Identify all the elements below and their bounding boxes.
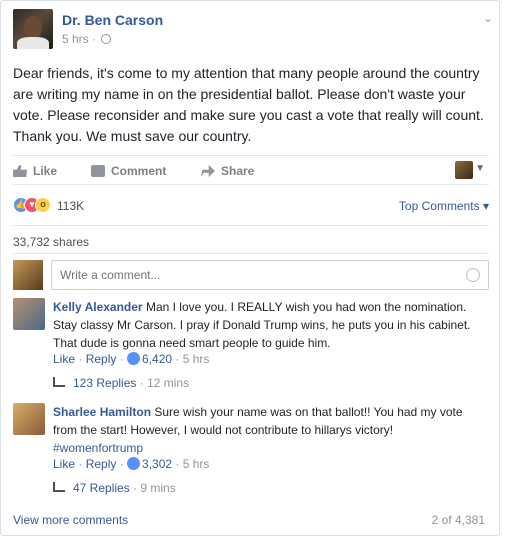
comment-reply-link[interactable]: Reply <box>86 352 117 366</box>
comment-text: Kelly Alexander Man I love you. I REALLY… <box>53 298 489 352</box>
reactions-row: 👍 ♥ o 113K Top Comments ▾ <box>13 197 489 215</box>
reaction-count[interactable]: 113K <box>57 199 84 213</box>
commenter-avatar[interactable] <box>13 403 45 435</box>
commenter-avatar[interactable] <box>13 298 45 330</box>
action-bar: Like Comment Share ▼ <box>13 155 489 185</box>
wow-reaction-icon[interactable]: o <box>35 197 51 213</box>
comment-like-link[interactable]: Like <box>53 457 75 471</box>
caret-down-icon: ▾ <box>482 199 489 213</box>
view-more-comments-link[interactable]: View more comments <box>13 513 128 527</box>
share-icon <box>201 165 215 177</box>
commenter-name[interactable]: Sharlee Hamilton <box>53 405 151 419</box>
post-header: Dr. Ben Carson 5 hrs · ⌄ <box>13 9 493 53</box>
replies-link[interactable]: 47 Replies · 9 mins <box>53 481 176 495</box>
avatar-face <box>24 16 42 38</box>
top-comments-dropdown[interactable]: Top Comments ▾ <box>399 199 489 213</box>
replies-link[interactable]: 123 Replies · 12 mins <box>53 376 189 390</box>
comment-like-count[interactable]: 6,420 <box>142 352 172 366</box>
comment-input[interactable] <box>51 260 489 290</box>
comment-label: Comment <box>111 164 167 178</box>
globe-icon <box>101 34 112 44</box>
replies-count[interactable]: 123 Replies <box>73 376 136 390</box>
comment-reply-link[interactable]: Reply <box>86 457 117 471</box>
hashtag-link[interactable]: #womenfortrump <box>53 441 143 455</box>
comment-like-link[interactable]: Like <box>53 352 75 366</box>
caret-down-icon[interactable]: ▼ <box>475 163 485 174</box>
smiley-icon[interactable] <box>466 268 480 282</box>
chevron-down-icon[interactable]: ⌄ <box>483 11 493 25</box>
comment-time[interactable]: 5 hrs <box>183 352 210 366</box>
meta-separator: · <box>92 32 97 46</box>
like-reaction-icon <box>127 352 141 365</box>
comment-button[interactable]: Comment <box>91 164 166 178</box>
comment-time[interactable]: 5 hrs <box>183 457 210 471</box>
like-reaction-icon <box>127 457 141 470</box>
commenter-name[interactable]: Kelly Alexander <box>53 300 143 314</box>
comment-icon <box>91 165 105 177</box>
post-card: Dr. Ben Carson 5 hrs · ⌄ Dear friends, i… <box>0 0 500 536</box>
divider <box>13 225 489 226</box>
top-comments-label: Top Comments <box>398 199 480 213</box>
replies-time: 9 mins <box>140 481 176 495</box>
replies-count[interactable]: 47 Replies <box>73 481 130 495</box>
replies-time: 12 mins <box>147 376 190 390</box>
reactor-avatar[interactable] <box>455 161 473 179</box>
reply-arrow-icon <box>53 377 65 387</box>
share-button[interactable]: Share <box>201 164 254 178</box>
share-label: Share <box>221 164 255 178</box>
reply-arrow-icon <box>53 482 65 492</box>
comments-pagination: 2 of 4,381 <box>431 513 485 527</box>
author-avatar[interactable] <box>13 9 53 49</box>
post-text: Dear friends, it's come to my attention … <box>13 65 484 144</box>
post-time[interactable]: 5 hrs <box>62 32 89 46</box>
post-meta: 5 hrs · <box>62 32 112 46</box>
divider <box>13 253 489 254</box>
viewer-avatar <box>13 260 43 290</box>
like-button[interactable]: Like <box>13 164 57 178</box>
comment-like-count[interactable]: 3,302 <box>142 457 172 471</box>
shares-count[interactable]: 33,732 shares <box>13 235 89 249</box>
comment-actions: Like · Reply · 6,420 · 5 hrs <box>53 352 210 366</box>
thumbs-up-icon <box>13 165 27 177</box>
comment-text: Sharlee Hamilton Sure wish your name was… <box>53 403 489 457</box>
like-label: Like <box>33 164 58 178</box>
comment-composer <box>13 260 489 290</box>
avatar-shirt <box>17 37 49 49</box>
comment-actions: Like · Reply · 3,302 · 5 hrs <box>53 457 210 471</box>
author-name[interactable]: Dr. Ben Carson <box>62 12 163 28</box>
